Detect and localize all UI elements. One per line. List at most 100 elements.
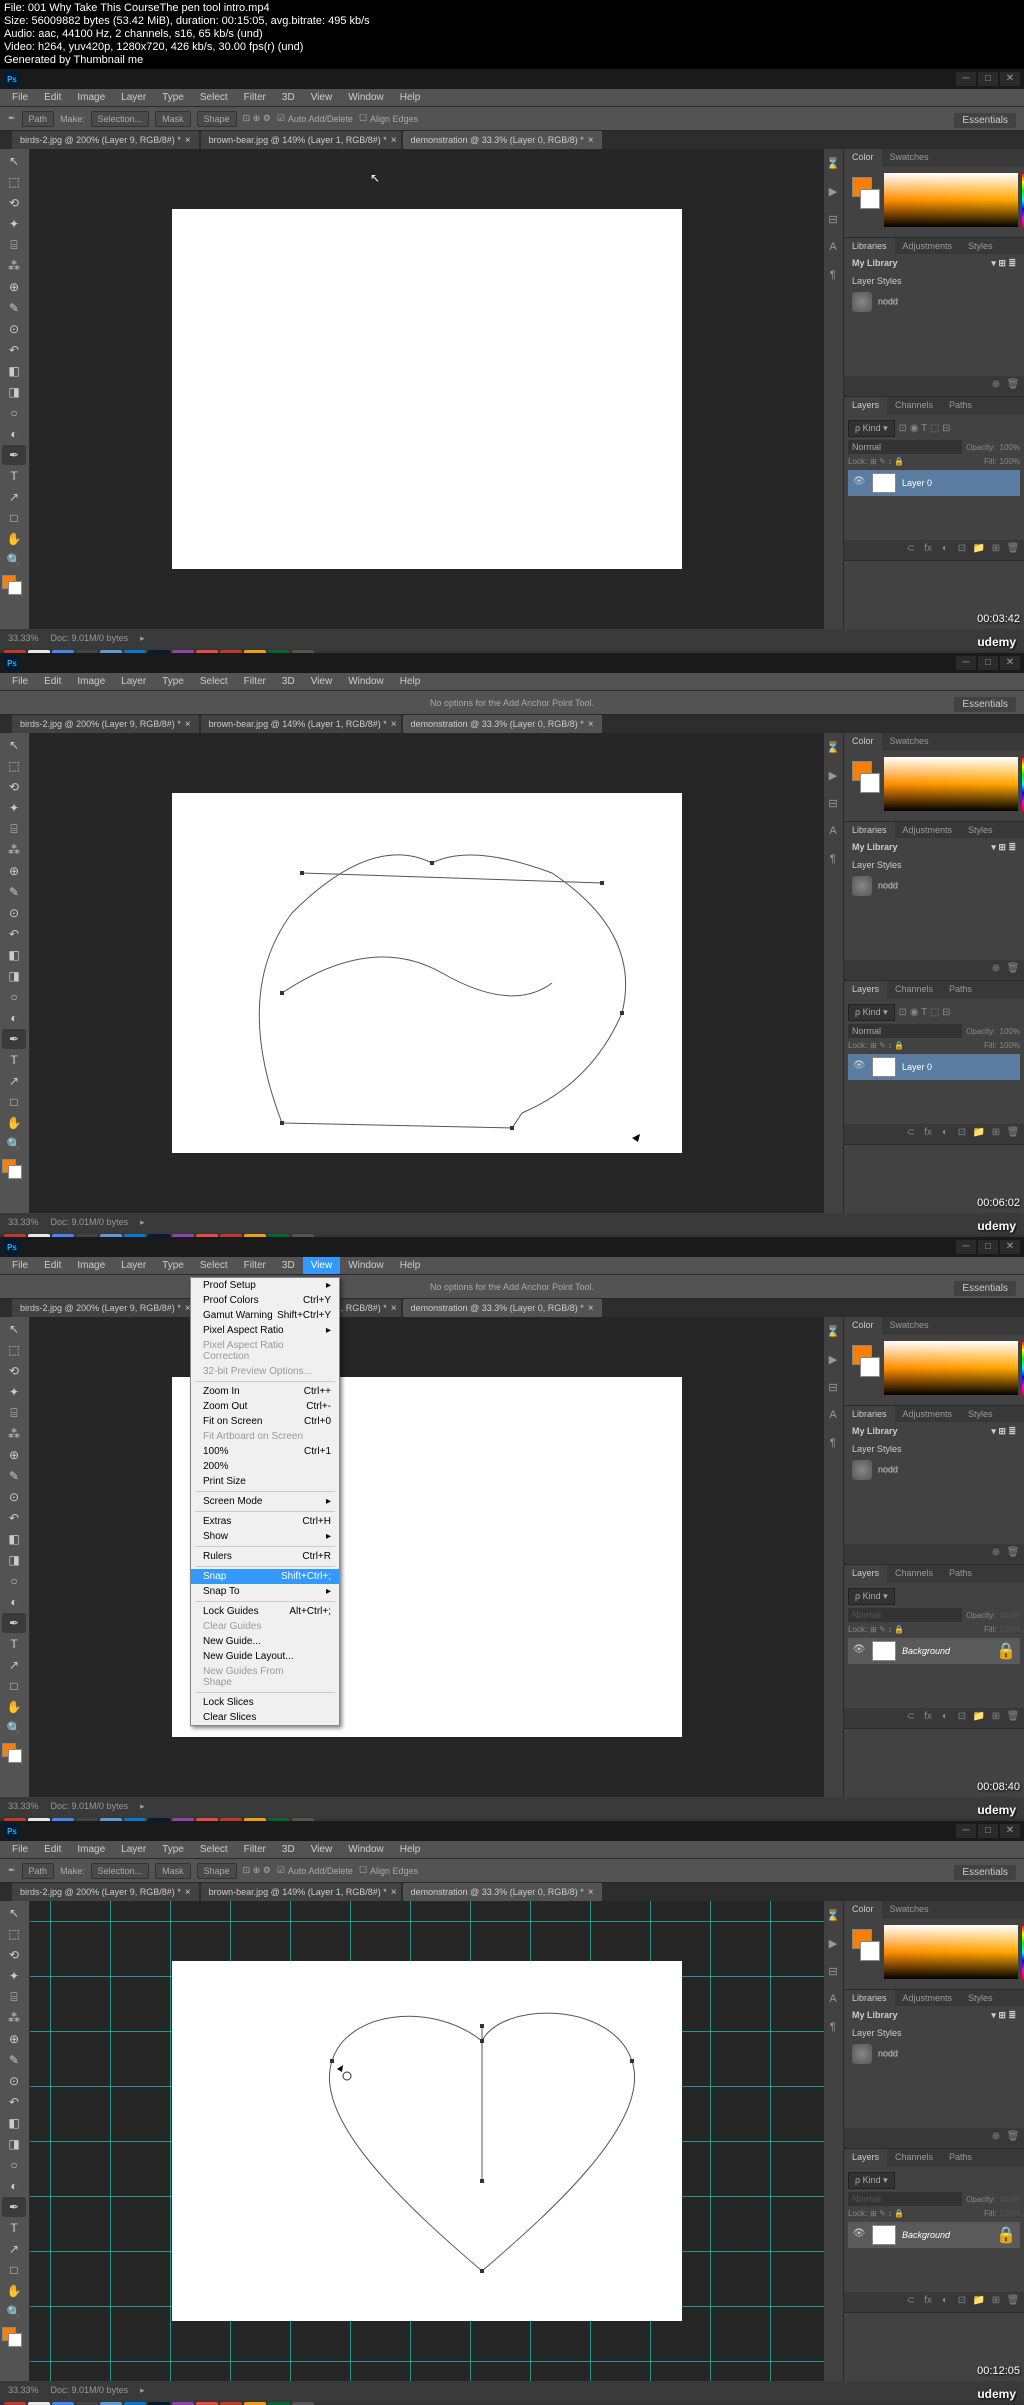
hand-tool[interactable]: ✋ — [2, 529, 26, 549]
menu-select[interactable]: Select — [192, 673, 236, 690]
character-icon[interactable]: A — [826, 241, 840, 255]
crop-tool[interactable]: ⌸ — [2, 235, 26, 255]
view-menu-rulers[interactable]: RulersCtrl+R — [191, 1549, 339, 1564]
path-sel-tool[interactable]: ↗ — [2, 487, 26, 507]
view-menu-100-[interactable]: 100%Ctrl+1 — [191, 1444, 339, 1459]
make-selection[interactable]: Selection... — [91, 111, 150, 127]
blend-mode[interactable]: Normal — [848, 440, 962, 454]
zoom-tool[interactable]: 🔍 — [2, 550, 26, 570]
view-menu-zoom-out[interactable]: Zoom OutCtrl+- — [191, 1399, 339, 1414]
actions-icon[interactable]: ▶ — [826, 185, 840, 199]
view-menu-snap[interactable]: SnapShift+Ctrl+; — [191, 1569, 339, 1584]
menu-filter[interactable]: Filter — [236, 89, 274, 106]
menu-layer[interactable]: Layer — [113, 673, 154, 690]
menu-view[interactable]: View — [303, 89, 341, 106]
layer-0[interactable]: 👁Layer 0 — [848, 1054, 1020, 1080]
adjustments-tab[interactable]: Adjustments — [895, 238, 961, 254]
marquee-tool[interactable]: ⬚ — [2, 172, 26, 192]
menu-view-open[interactable]: View — [303, 1257, 341, 1274]
properties-icon[interactable]: ⊟ — [826, 213, 840, 227]
menu-layer[interactable]: Layer — [113, 89, 154, 106]
view-menu-screen-mode[interactable]: Screen Mode▸ — [191, 1494, 339, 1509]
layer-0[interactable]: 👁 Layer 0 — [848, 470, 1020, 496]
menu-type[interactable]: Type — [154, 673, 192, 690]
eyedropper-tool[interactable]: ⁂ — [2, 256, 26, 276]
color-picker[interactable] — [2, 575, 22, 595]
tab-bear[interactable]: brown-bear.jpg @ 149% (Layer 1, RGB/8#) … — [201, 715, 401, 733]
maximize-button[interactable]: □ — [978, 656, 998, 670]
heal-tool[interactable]: ⊕ — [2, 277, 26, 297]
menu-help[interactable]: Help — [392, 673, 429, 690]
eraser-tool[interactable]: ◧ — [2, 361, 26, 381]
libraries-tab[interactable]: Libraries — [844, 238, 895, 254]
styles-tab[interactable]: Styles — [960, 238, 1001, 254]
minimize-button[interactable]: ─ — [956, 656, 976, 670]
tab-birds[interactable]: birds-2.jpg @ 200% (Layer 9, RGB/8#) *× — [12, 131, 199, 149]
tab-demo[interactable]: demonstration @ 33.3% (Layer 0, RGB/8) *… — [403, 131, 602, 149]
tab-bear[interactable]: brown-bear.jpg @ 149% (Layer 1, RGB/8#) … — [201, 131, 401, 149]
menu-window[interactable]: Window — [340, 89, 392, 106]
close-button[interactable]: ✕ — [1000, 72, 1020, 86]
menu-3d[interactable]: 3D — [274, 89, 303, 106]
view-menu-200-[interactable]: 200% — [191, 1459, 339, 1474]
view-menu-lock-slices[interactable]: Lock Slices — [191, 1695, 339, 1710]
visibility-icon[interactable]: 👁 — [852, 476, 866, 490]
move-tool[interactable]: ↖ — [2, 151, 26, 171]
foreground-background-color[interactable] — [850, 173, 878, 223]
view-menu-proof-colors[interactable]: Proof ColorsCtrl+Y — [191, 1293, 339, 1308]
view-menu-snap-to[interactable]: Snap To▸ — [191, 1584, 339, 1599]
close-button[interactable]: ✕ — [1000, 656, 1020, 670]
tab-demo[interactable]: demonstration @ 33.3% (Layer 0, RGB/8) *… — [403, 715, 602, 733]
pen-tool[interactable]: ✒ — [2, 1029, 26, 1049]
layer-filter[interactable]: ρ Kind ▾ — [848, 420, 895, 437]
view-menu-new-guide-[interactable]: New Guide... — [191, 1634, 339, 1649]
menu-edit[interactable]: Edit — [36, 673, 69, 690]
lasso-tool[interactable]: ⟲ — [2, 193, 26, 213]
layers-tab[interactable]: Layers — [844, 397, 887, 415]
dodge-tool[interactable]: ◐ — [2, 424, 26, 444]
maximize-button[interactable]: □ — [978, 72, 998, 86]
shape-tool[interactable]: □ — [2, 508, 26, 528]
path-mode[interactable]: Path — [22, 111, 55, 127]
tab-birds[interactable]: birds-2.jpg @ 200% (Layer 9, RGB/8#) *× — [12, 715, 199, 733]
menu-image[interactable]: Image — [69, 673, 113, 690]
wand-tool[interactable]: ✦ — [2, 214, 26, 234]
menu-type[interactable]: Type — [154, 89, 192, 106]
view-menu-new-guide-layout-[interactable]: New Guide Layout... — [191, 1649, 339, 1664]
menu-3d[interactable]: 3D — [274, 673, 303, 690]
paths-tab[interactable]: Paths — [941, 397, 980, 415]
menu-select[interactable]: Select — [192, 89, 236, 106]
view-menu-gamut-warning[interactable]: Gamut WarningShift+Ctrl+Y — [191, 1308, 339, 1323]
color-picker[interactable] — [2, 1159, 22, 1179]
workspace-switcher[interactable]: Essentials — [954, 113, 1016, 128]
make-mask[interactable]: Mask — [155, 111, 191, 127]
view-menu-zoom-in[interactable]: Zoom InCtrl++ — [191, 1384, 339, 1399]
blur-tool[interactable]: ○ — [2, 403, 26, 423]
stamp-tool[interactable]: ⊙ — [2, 319, 26, 339]
menu-file[interactable]: File — [4, 673, 36, 690]
make-shape[interactable]: Shape — [197, 111, 237, 127]
canvas-area[interactable]: ↖ — [30, 149, 824, 629]
background-layer[interactable]: 👁Background🔒 — [848, 1638, 1020, 1664]
minimize-button[interactable]: ─ — [956, 72, 976, 86]
workspace-switcher[interactable]: Essentials — [954, 697, 1016, 712]
pen-tool[interactable]: ✒ — [2, 445, 26, 465]
align-edges[interactable]: ☐ Align Edges — [359, 113, 418, 124]
view-menu-show[interactable]: Show▸ — [191, 1529, 339, 1544]
menu-image[interactable]: Image — [69, 89, 113, 106]
zoom-level[interactable]: 33.33% — [8, 633, 39, 643]
type-tool[interactable]: T — [2, 466, 26, 486]
view-menu-pixel-aspect-ratio[interactable]: Pixel Aspect Ratio▸ — [191, 1323, 339, 1338]
view-menu-clear-slices[interactable]: Clear Slices — [191, 1710, 339, 1725]
paragraph-icon[interactable]: ¶ — [826, 269, 840, 283]
view-menu-proof-setup[interactable]: Proof Setup▸ — [191, 1278, 339, 1293]
canvas-area[interactable] — [30, 733, 824, 1213]
gradient-tool[interactable]: ◨ — [2, 382, 26, 402]
channels-tab[interactable]: Channels — [887, 397, 941, 415]
color-tab[interactable]: Color — [844, 149, 882, 167]
view-menu-print-size[interactable]: Print Size — [191, 1474, 339, 1489]
menu-filter[interactable]: Filter — [236, 673, 274, 690]
view-menu-fit-on-screen[interactable]: Fit on ScreenCtrl+0 — [191, 1414, 339, 1429]
brush-tool[interactable]: ✎ — [2, 298, 26, 318]
menu-view[interactable]: View — [303, 673, 341, 690]
